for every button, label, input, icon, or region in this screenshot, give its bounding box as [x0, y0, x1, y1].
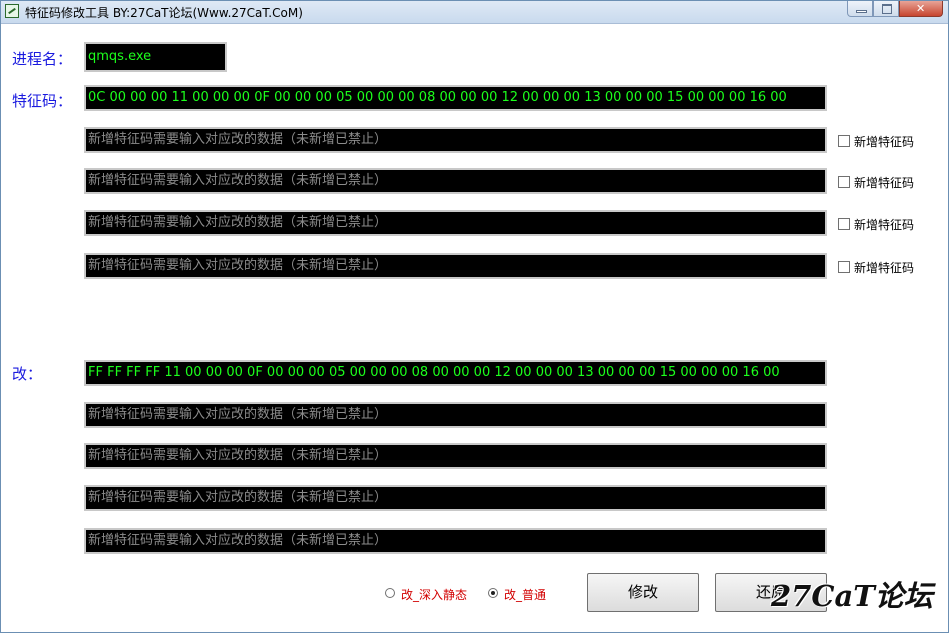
- radio-normal[interactable]: 改_普通: [488, 586, 558, 602]
- radio-deep-static[interactable]: 改_深入静态: [385, 586, 475, 602]
- close-button[interactable]: ✕: [899, 1, 943, 17]
- add-signature-checkbox-3[interactable]: 新增特征码: [838, 216, 948, 232]
- checkbox-box[interactable]: [838, 218, 850, 230]
- window-title: 特征码修改工具 BY:27CaT论坛(Www.27CaT.CoM): [25, 6, 303, 20]
- radio-circle-icon[interactable]: [385, 588, 395, 598]
- title-bar[interactable]: 特征码修改工具 BY:27CaT论坛(Www.27CaT.CoM) ✕: [1, 1, 948, 24]
- checkbox-label: 新增特征码: [854, 261, 915, 275]
- signature-input-extra-2[interactable]: 新增特征码需要输入对应改的数据（未新增已禁止）: [84, 168, 827, 194]
- signature-input-main[interactable]: 0C 00 00 00 11 00 00 00 0F 00 00 00 05 0…: [84, 85, 827, 111]
- modify-input-extra-1[interactable]: 新增特征码需要输入对应改的数据（未新增已禁止）: [84, 402, 827, 428]
- modify-input-main[interactable]: FF FF FF FF 11 00 00 00 0F 00 00 00 05 0…: [84, 360, 827, 386]
- radio-label: 改_深入静态: [401, 588, 468, 602]
- modify-input-extra-3[interactable]: 新增特征码需要输入对应改的数据（未新增已禁止）: [84, 485, 827, 511]
- process-label: 进程名：: [12, 50, 73, 68]
- checkbox-label: 新增特征码: [854, 218, 915, 232]
- maximize-icon: [882, 4, 892, 14]
- checkbox-label: 新增特征码: [854, 135, 915, 149]
- modify-button[interactable]: 修改: [587, 573, 699, 612]
- add-signature-checkbox-2[interactable]: 新增特征码: [838, 174, 948, 190]
- watermark-logo: 27CaT论坛: [771, 579, 933, 613]
- checkbox-label: 新增特征码: [854, 176, 915, 190]
- checkbox-box[interactable]: [838, 135, 850, 147]
- checkbox-box[interactable]: [838, 261, 850, 273]
- minimize-icon: [856, 10, 867, 13]
- modify-input-extra-4[interactable]: 新增特征码需要输入对应改的数据（未新增已禁止）: [84, 528, 827, 554]
- signature-input-extra-3[interactable]: 新增特征码需要输入对应改的数据（未新增已禁止）: [84, 210, 827, 236]
- signature-input-extra-4[interactable]: 新增特征码需要输入对应改的数据（未新增已禁止）: [84, 253, 827, 279]
- modify-input-extra-2[interactable]: 新增特征码需要输入对应改的数据（未新增已禁止）: [84, 443, 827, 469]
- minimize-button[interactable]: [847, 1, 873, 17]
- radio-label: 改_普通: [504, 588, 547, 602]
- add-signature-checkbox-1[interactable]: 新增特征码: [838, 133, 948, 149]
- add-signature-checkbox-4[interactable]: 新增特征码: [838, 259, 948, 275]
- signature-label: 特征码：: [12, 92, 73, 110]
- app-icon: [5, 4, 19, 18]
- app-window: 特征码修改工具 BY:27CaT论坛(Www.27CaT.CoM) ✕ 进程名：…: [0, 0, 949, 633]
- checkbox-box[interactable]: [838, 176, 850, 188]
- process-input[interactable]: qmqs.exe: [84, 42, 227, 72]
- close-icon: ✕: [916, 2, 926, 15]
- maximize-button[interactable]: [873, 1, 899, 17]
- signature-input-extra-1[interactable]: 新增特征码需要输入对应改的数据（未新增已禁止）: [84, 127, 827, 153]
- radio-selected-icon[interactable]: [488, 588, 498, 598]
- modify-label: 改：: [12, 365, 43, 383]
